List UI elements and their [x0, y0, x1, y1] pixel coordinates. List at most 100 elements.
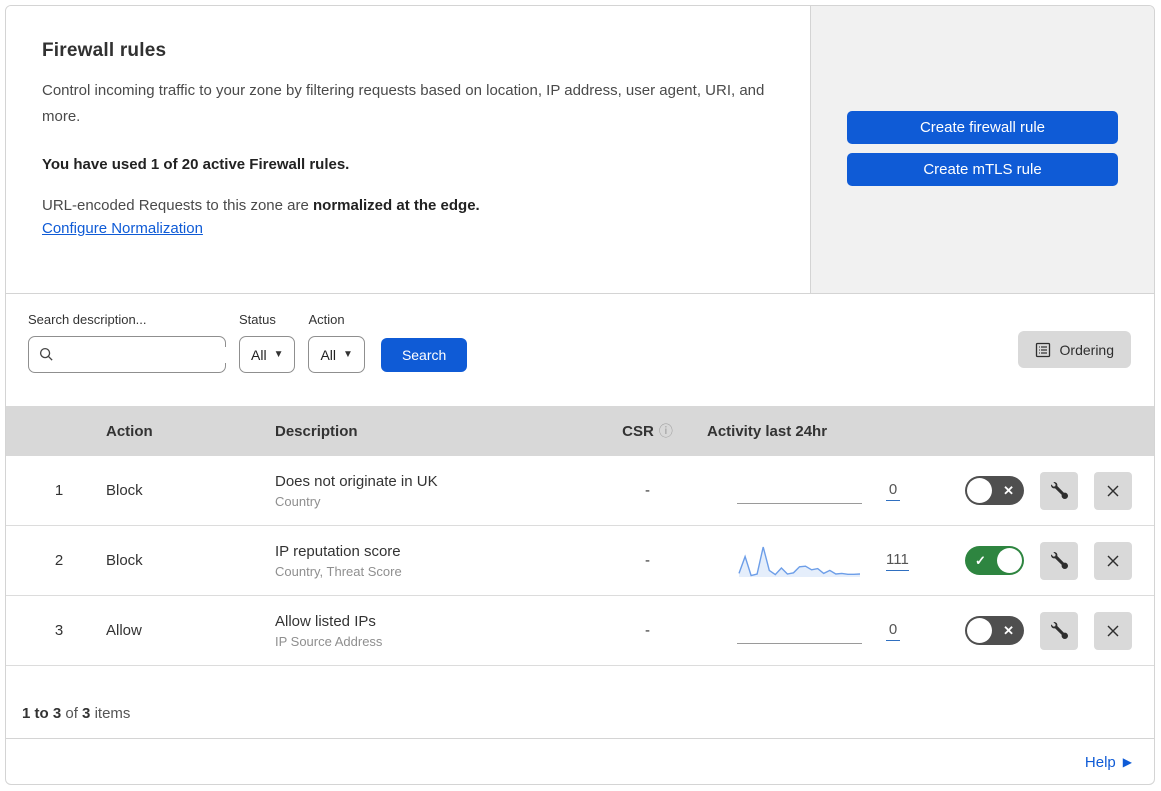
page-description: Control incoming traffic to your zone by…: [42, 82, 765, 126]
usage-summary: You have used 1 of 20 active Firewall ru…: [42, 155, 350, 173]
rule-description-title: IP reputation score: [275, 542, 401, 560]
rule-description-fields: Country: [275, 493, 321, 509]
rule-action: Block: [106, 482, 143, 499]
wrench-icon: [1050, 482, 1068, 499]
help-bar: Help ▶: [6, 738, 1154, 784]
table-header-row: Action Description CSR ⓘ Activity last 2…: [6, 406, 1154, 456]
table-row: 2 Block IP reputation score Country, Thr…: [6, 526, 1154, 596]
page-title: Firewall rules: [42, 40, 167, 61]
action-filter-value: All: [320, 346, 337, 363]
rule-description-fields: Country, Threat Score: [275, 563, 402, 579]
status-filter-label: Status: [239, 312, 276, 327]
actions-panel: Create firewall rule Create mTLS rule: [810, 6, 1154, 293]
pagination-of: of: [65, 705, 78, 722]
pagination-range: 1 to 3: [22, 705, 62, 722]
table-pagination-summary: 1 to 3 of 3 items: [6, 666, 1154, 738]
help-link[interactable]: Help ▶: [1085, 754, 1132, 771]
activity-sparkline-empty: [737, 612, 862, 650]
rule-description-fields: IP Source Address: [275, 633, 383, 649]
delete-rule-button[interactable]: [1094, 611, 1132, 650]
search-label: Search description...: [28, 312, 147, 327]
activity-count-link[interactable]: 0: [886, 621, 900, 641]
filter-bar: Search description... Status All ▼ Actio…: [6, 294, 1154, 406]
description-column-header: Description: [275, 422, 358, 440]
help-link-label: Help: [1084, 753, 1116, 771]
enable-rule-toggle[interactable]: ✕: [965, 476, 1024, 505]
action-filter-label: Action: [308, 312, 345, 327]
csr-column-header: CSR ⓘ: [600, 421, 695, 441]
rule-priority: 3: [54, 622, 64, 639]
normalization-prefix: URL-encoded Requests to this zone are: [42, 196, 313, 214]
action-column-header: Action: [106, 422, 153, 440]
search-box[interactable]: [28, 336, 243, 373]
delete-rule-button[interactable]: [1094, 541, 1132, 580]
action-filter-dropdown[interactable]: All ▼: [308, 336, 365, 373]
close-icon: [1105, 483, 1121, 499]
search-input[interactable]: [62, 346, 243, 363]
csr-header-label: CSR: [622, 422, 654, 440]
rule-description-title: Allow listed IPs: [275, 612, 376, 630]
rule-priority: 1: [54, 482, 64, 499]
rule-action: Block: [106, 552, 143, 569]
normalization-note: URL-encoded Requests to this zone are no…: [42, 197, 774, 214]
table-row: 1 Block Does not originate in UK Country…: [6, 456, 1154, 526]
toggle-knob: [967, 478, 992, 503]
rule-action: Allow: [106, 622, 142, 639]
activity-count-link[interactable]: 0: [886, 481, 900, 501]
rule-controls: ✓: [925, 541, 1154, 580]
rule-description: Allow listed IPs IP Source Address: [275, 613, 600, 649]
rule-csr: -: [645, 482, 650, 499]
rule-description: IP reputation score Country, Threat Scor…: [275, 543, 600, 579]
rule-activity-cell: 111: [695, 542, 925, 580]
chevron-down-icon: ▼: [343, 349, 353, 360]
edit-rule-button[interactable]: [1040, 611, 1078, 650]
enable-rule-toggle[interactable]: ✕: [965, 616, 1024, 645]
pagination-items: items: [94, 705, 131, 722]
toggle-knob: [997, 548, 1022, 573]
toggle-x-icon: ✕: [1003, 622, 1014, 638]
rule-description: Does not originate in UK Country: [275, 473, 600, 509]
activity-sparkline-empty: [737, 472, 862, 510]
rule-controls: ✕: [925, 611, 1154, 650]
rule-csr: -: [645, 552, 650, 569]
ordering-button-label: Ordering: [1059, 341, 1114, 358]
rule-activity-cell: 0: [695, 612, 925, 650]
header-text-block: Firewall rules Control incoming traffic …: [6, 6, 810, 293]
rule-csr: -: [645, 622, 650, 639]
create-firewall-rule-button[interactable]: Create firewall rule: [847, 111, 1118, 144]
table-row: 3 Allow Allow listed IPs IP Source Addre…: [6, 596, 1154, 666]
edit-rule-button[interactable]: [1040, 541, 1078, 580]
close-icon: [1105, 553, 1121, 569]
activity-sparkline-chart: [738, 546, 861, 577]
wrench-icon: [1050, 622, 1068, 639]
activity-column-header: Activity last 24hr: [707, 422, 828, 440]
info-icon[interactable]: ⓘ: [659, 421, 673, 441]
pagination-total: 3: [82, 705, 91, 722]
normalization-bold: normalized at the edge.: [313, 196, 480, 214]
toggle-check-icon: ✓: [975, 552, 986, 568]
toggle-x-icon: ✕: [1003, 482, 1014, 498]
status-filter-value: All: [251, 346, 267, 363]
firewall-rules-card: Firewall rules Control incoming traffic …: [5, 5, 1155, 785]
configure-normalization-link[interactable]: Configure Normalization: [42, 220, 203, 237]
toggle-knob: [967, 618, 992, 643]
status-filter-dropdown[interactable]: All ▼: [239, 336, 296, 373]
list-document-icon: [1035, 342, 1051, 358]
activity-count-link[interactable]: 111: [886, 551, 909, 571]
ordering-button[interactable]: Ordering: [1017, 331, 1131, 368]
rule-activity-cell: 0: [695, 472, 925, 510]
wrench-icon: [1050, 552, 1068, 569]
arrow-right-icon: ▶: [1122, 755, 1132, 769]
search-icon: [39, 347, 54, 362]
chevron-down-icon: ▼: [273, 349, 284, 360]
close-icon: [1105, 623, 1121, 639]
create-mtls-rule-button[interactable]: Create mTLS rule: [847, 153, 1118, 186]
header-section: Firewall rules Control incoming traffic …: [6, 6, 1154, 294]
rule-description-title: Does not originate in UK: [275, 472, 438, 490]
rule-priority: 2: [54, 552, 64, 569]
rule-controls: ✕: [925, 471, 1154, 510]
delete-rule-button[interactable]: [1094, 471, 1132, 510]
search-button[interactable]: Search: [380, 338, 468, 372]
enable-rule-toggle[interactable]: ✓: [965, 546, 1024, 575]
edit-rule-button[interactable]: [1040, 471, 1078, 510]
